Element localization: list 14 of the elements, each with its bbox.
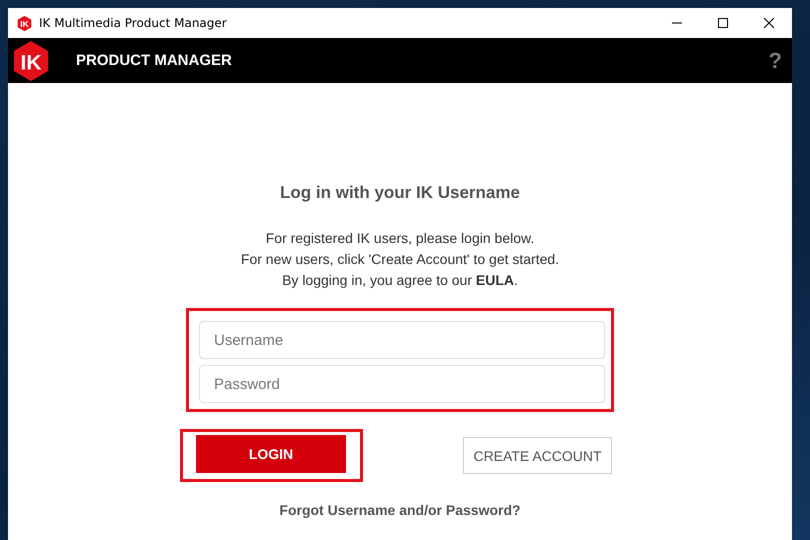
logo-icon: IK bbox=[12, 40, 50, 82]
logo-icon: IK bbox=[16, 14, 33, 32]
login-heading: Log in with your IK Username bbox=[280, 183, 520, 203]
input-field[interactable]: Password bbox=[199, 365, 605, 403]
create-account-button[interactable]: CREATE ACCOUNT bbox=[463, 437, 612, 474]
info-text: For new users, click 'Create Account' to get started. bbox=[240, 250, 560, 269]
help-link[interactable]: ? bbox=[768, 48, 782, 74]
window-title: IK Multimedia Product Manager bbox=[39, 16, 227, 30]
info-text: For registered IK users, please login below. bbox=[266, 229, 534, 248]
login-button[interactable]: LOGIN bbox=[196, 435, 346, 473]
forgot-link[interactable]: Forgot Username and/or Password? bbox=[279, 502, 521, 518]
app-title: PRODUCT MANAGER bbox=[76, 52, 232, 69]
info-text: By logging in, you agree to our EULA. bbox=[282, 271, 518, 290]
input-field[interactable]: Username bbox=[199, 321, 605, 359]
